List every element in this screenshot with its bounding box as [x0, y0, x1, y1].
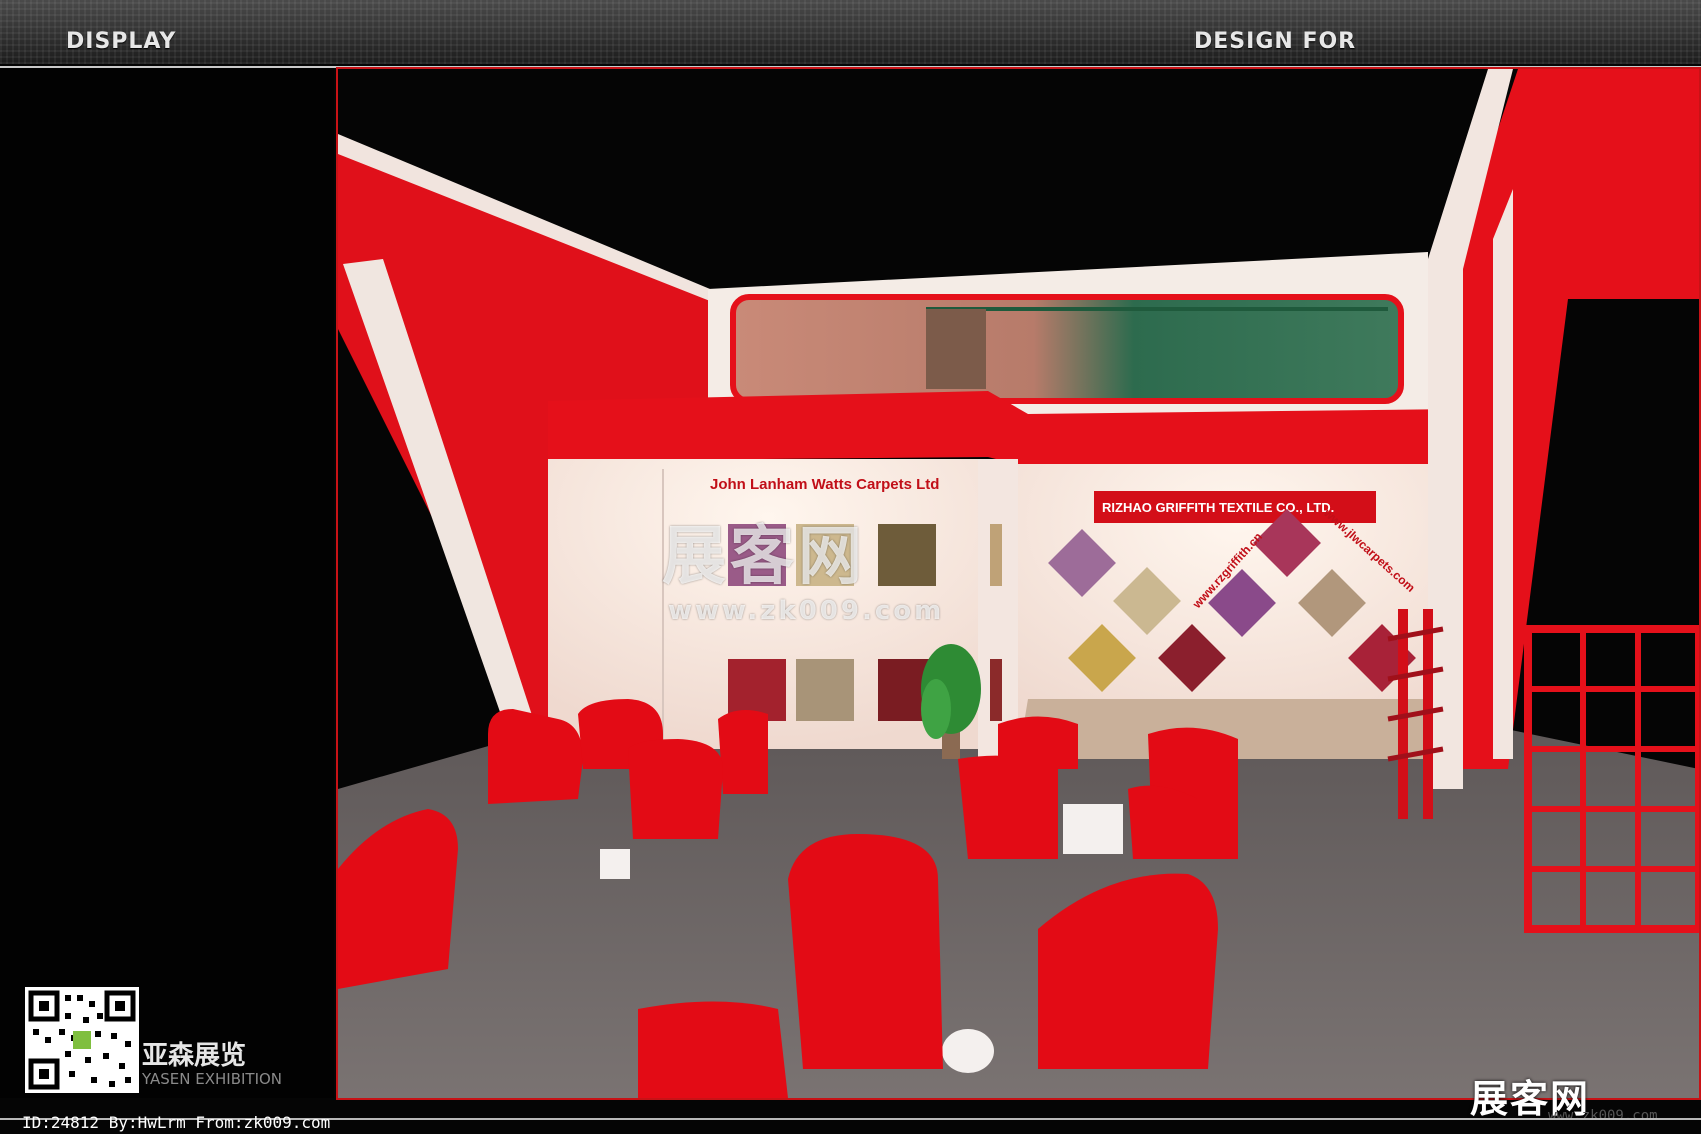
left-blank-panel — [0, 68, 334, 1098]
watermark-center-text: 展客网 — [662, 520, 866, 594]
display-title: DISPLAY — [66, 29, 177, 54]
carpet-sample — [990, 524, 1002, 586]
factory-photo-banner — [730, 294, 1404, 404]
brand-logo-block: 亚森展览 YASEN EXHIBITION — [142, 1035, 282, 1088]
side-table — [600, 849, 630, 879]
side-table — [942, 1029, 994, 1073]
carpet-sample — [796, 659, 854, 721]
qr-code — [25, 987, 139, 1093]
corner-watermark-url: www.zk009.com — [1548, 1108, 1658, 1124]
side-table — [1063, 804, 1123, 854]
design-for-title: DESIGN FOR — [1194, 29, 1357, 54]
booth-rendering: John Lanham Watts Carpets Ltd RIZHAO GRI… — [336, 67, 1701, 1100]
carpet-sample — [878, 524, 936, 586]
sign-left-text: John Lanham Watts Carpets Ltd — [710, 476, 939, 493]
right-inner-white — [1493, 189, 1513, 759]
sign-right-text: RIZHAO GRIFFITH TEXTILE CO., LTD. — [1102, 500, 1334, 515]
watermark-center-url: www.zk009.com — [668, 596, 945, 626]
brand-name-cn: 亚森展览 — [142, 1041, 247, 1071]
brand-name-en: YASEN EXHIBITION — [142, 1070, 283, 1088]
carpet-sample — [990, 659, 1002, 721]
top-header-bar: DISPLAY DESIGN FOR — [0, 0, 1701, 64]
image-id-line: ID:24812 By:HwLrm From:zk009.com — [22, 1113, 331, 1132]
